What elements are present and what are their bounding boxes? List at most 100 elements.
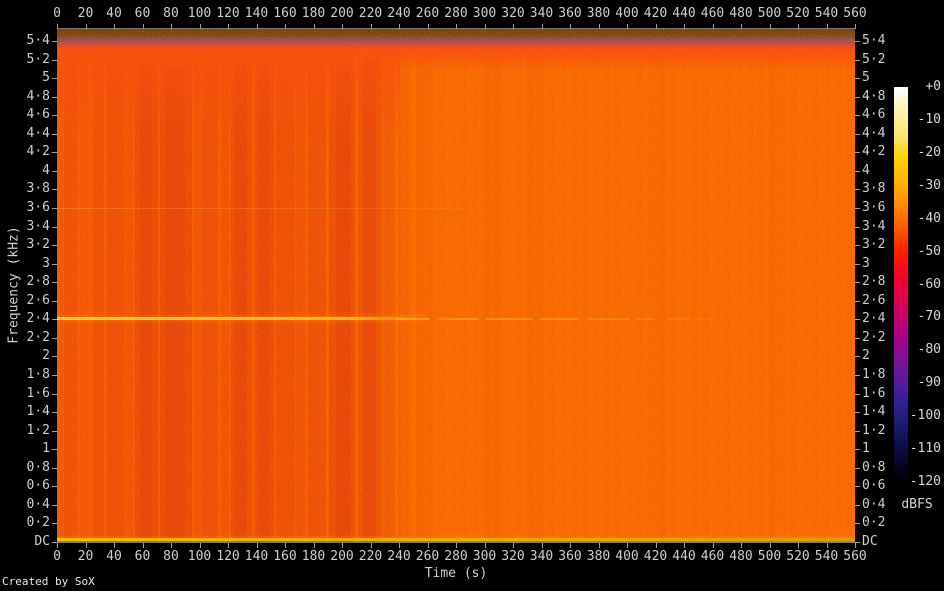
y-tick [855, 523, 860, 525]
x-tick [741, 543, 742, 548]
y-tick [52, 133, 57, 135]
y-axis-title: Frequency (kHz) [6, 226, 22, 344]
x-tick [57, 543, 58, 548]
x-tick [456, 24, 457, 29]
y-tick [855, 226, 860, 228]
colorbar-tick-label: -30 [917, 177, 941, 193]
colorbar-tick-label: -120 [909, 474, 941, 489]
colorbar-tick-label: -70 [917, 309, 941, 325]
y-tick-label: 4·8 [26, 88, 50, 104]
x-tick [85, 24, 87, 29]
y-tick-label: 0·2 [26, 515, 50, 531]
colorbar-tick-label: -100 [909, 408, 941, 424]
x-tick [684, 24, 685, 29]
x-tick [826, 24, 828, 29]
y-tick [52, 300, 57, 302]
y-tick-label: 0·6 [26, 478, 50, 494]
colorbar-unit-label: dBFS [901, 497, 933, 512]
y-tick [855, 96, 860, 98]
x-tick [427, 543, 429, 548]
x-tick [370, 543, 372, 548]
colorbar-tick-label: -50 [917, 243, 941, 259]
y-tick-label: 4 [42, 162, 50, 178]
y-tick-label: 3·6 [26, 199, 50, 215]
x-tick [399, 24, 400, 29]
y-tick [855, 356, 860, 358]
x-tick [199, 543, 201, 548]
x-axis-title: Time (s) [424, 566, 488, 581]
colorbar-tick-label: -80 [917, 342, 941, 358]
y-tick-label: 3·8 [26, 181, 50, 197]
y-tick-label: 1 [42, 441, 50, 457]
y-tick-label: 5 [42, 70, 50, 86]
x-tick [484, 24, 486, 29]
y-tick [52, 282, 57, 284]
y-tick [52, 374, 57, 376]
y-tick-label: 1·8 [26, 366, 50, 382]
y-tick [855, 542, 860, 543]
x-tick [171, 24, 172, 29]
x-tick [342, 543, 343, 548]
y-tick [855, 59, 860, 61]
y-tick-label: DC [862, 534, 878, 549]
y-tick [52, 96, 57, 98]
x-tick [855, 543, 856, 548]
y-tick-label: 1·6 [26, 385, 50, 401]
x-tick [256, 24, 258, 29]
y-tick [52, 189, 57, 191]
colorbar-tick-label: +0 [925, 79, 941, 94]
y-tick [52, 504, 57, 506]
y-tick [855, 40, 860, 42]
colorbar-tick-label: -20 [917, 144, 941, 160]
x-tick [541, 543, 543, 548]
x-tick [741, 24, 742, 29]
x-tick [57, 24, 58, 29]
y-tick [855, 467, 860, 469]
y-tick [52, 115, 57, 117]
x-tick [313, 24, 315, 29]
y-tick [855, 337, 860, 339]
colorbar-tick-label: -110 [909, 441, 941, 457]
y-tick-label: 1·2 [26, 422, 50, 438]
y-tick [52, 152, 57, 154]
y-tick-label: DC [34, 534, 50, 549]
sox-credit-text: Created by SoX [2, 575, 95, 588]
x-tick [114, 543, 115, 548]
x-tick [655, 543, 657, 548]
x-tick [228, 543, 229, 548]
y-tick [52, 449, 57, 451]
x-tick [171, 543, 172, 548]
y-tick-label: 0·4 [26, 496, 50, 512]
x-tick [513, 24, 514, 29]
x-tick [684, 543, 685, 548]
y-tick [52, 245, 57, 247]
y-tick-label: 0·8 [26, 459, 50, 475]
x-tick [769, 24, 771, 29]
y-tick [52, 356, 57, 358]
colorbar-tick-label: -60 [917, 276, 941, 292]
y-tick [855, 115, 860, 117]
y-tick [855, 300, 860, 302]
x-tick [399, 543, 400, 548]
x-tick [570, 543, 571, 548]
spectrogram-page: { "meta": { "credit": "Created by SoX" }… [0, 0, 944, 591]
x-tick [712, 24, 714, 29]
y-tick-label: 4·2 [26, 144, 50, 160]
x-tick [541, 24, 543, 29]
y-tick-label: 5·2 [26, 51, 50, 67]
y-tick [855, 486, 860, 488]
y-tick-label: 5 [862, 70, 870, 86]
x-tick [798, 24, 799, 29]
x-tick [769, 543, 771, 548]
colorbar-tick-label: -40 [917, 210, 941, 226]
y-tick [52, 59, 57, 61]
y-tick [855, 412, 860, 414]
y-tick-label: 4·6 [26, 107, 50, 123]
y-tick [855, 207, 860, 209]
y-tick [52, 542, 57, 543]
y-tick [855, 152, 860, 154]
y-tick-label: 5·4 [26, 32, 50, 48]
y-tick [52, 226, 57, 228]
y-tick [855, 319, 860, 321]
x-tick [199, 24, 201, 29]
